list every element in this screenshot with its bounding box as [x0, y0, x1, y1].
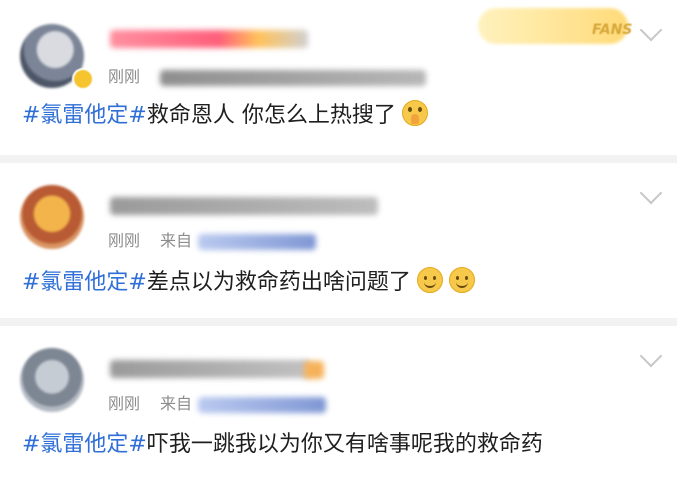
comment-card-1: 刚刚 FANS #氯雷他定#救命恩人 你怎么上热搜了: [0, 0, 677, 155]
source-label: 来自: [160, 394, 193, 413]
chevron-down-icon[interactable]: [639, 181, 663, 205]
topic-link[interactable]: #氯雷他定#: [22, 432, 147, 457]
comment-time: 刚刚: [108, 231, 141, 250]
device-redacted[interactable]: [198, 234, 316, 250]
chevron-down-icon[interactable]: [639, 344, 663, 368]
comment-text: #氯雷他定#救命恩人 你怎么上热搜了: [22, 100, 428, 131]
username-redacted[interactable]: [110, 30, 308, 48]
comment-time: 刚刚: [108, 67, 141, 86]
separator: [0, 318, 677, 326]
comment-time: 刚刚: [108, 394, 141, 413]
comment-text: #氯雷他定#差点以为救命药出啥问题了: [22, 267, 475, 298]
pleading-hands-emoji-icon: [401, 100, 428, 126]
source-redacted: [160, 70, 426, 86]
username-redacted[interactable]: [110, 360, 310, 378]
source-label: 来自: [160, 231, 193, 250]
avatar[interactable]: [20, 185, 84, 249]
username-redacted[interactable]: [110, 197, 378, 215]
chevron-down-icon[interactable]: [639, 18, 663, 42]
comment-card-3: 刚刚 来自 #氯雷他定#吓我一跳我以为你又有啥事呢我的救命药: [0, 326, 677, 480]
smile-emoji-icon: [416, 267, 443, 293]
separator: [0, 155, 677, 163]
verified-badge-icon: [74, 70, 92, 88]
comment-card-2: 刚刚 来自 #氯雷他定#差点以为救命药出啥问题了: [0, 163, 677, 318]
topic-link[interactable]: #氯雷他定#: [22, 103, 147, 128]
device-redacted[interactable]: [198, 397, 326, 413]
comment-body: 救命恩人 你怎么上热搜了: [146, 103, 396, 128]
comment-body: 吓我一跳我以为你又有啥事呢我的救命药: [146, 432, 543, 457]
topic-link[interactable]: #氯雷他定#: [22, 270, 147, 295]
smile-emoji-icon: [448, 267, 475, 293]
vip-badge-redacted: [304, 361, 324, 379]
fans-badge-label: FANS: [592, 22, 633, 38]
comment-body: 差点以为救命药出啥问题了: [146, 270, 411, 295]
comment-text: #氯雷他定#吓我一跳我以为你又有啥事呢我的救命药: [22, 430, 543, 460]
avatar[interactable]: [20, 348, 84, 412]
